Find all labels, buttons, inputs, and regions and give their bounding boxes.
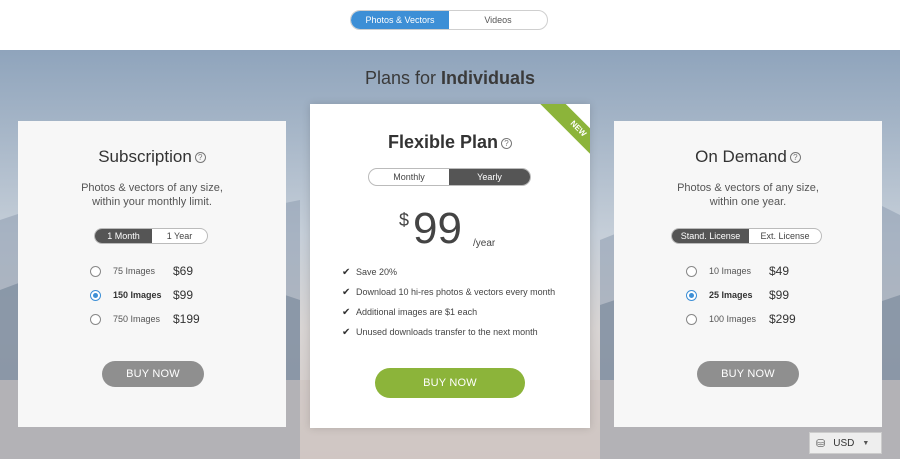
subscription-title: Subscription: [98, 147, 192, 166]
on-demand-buy-button[interactable]: BUY NOW: [697, 361, 799, 387]
radio-button[interactable]: [90, 265, 101, 277]
currency-selector[interactable]: ⛁ USD ▼: [809, 432, 882, 454]
radio-button-selected[interactable]: [686, 289, 697, 301]
on-demand-option-100[interactable]: 100 Images $299: [686, 312, 796, 326]
on-demand-option-10[interactable]: 10 Images $49: [686, 264, 789, 278]
radio-button[interactable]: [686, 313, 697, 325]
hero-section: Plans for Individuals Subscription? Phot…: [0, 50, 900, 459]
top-bar: Photos & Vectors Videos: [0, 0, 900, 50]
plans-heading-prefix: Plans for: [364, 68, 436, 88]
on-demand-title: On Demand: [695, 147, 787, 166]
on-demand-license-toggle: Stand. License Ext. License: [671, 228, 822, 244]
option-price: $69: [173, 264, 194, 278]
currency-symbol: $: [399, 210, 410, 230]
flexible-title: Flexible Plan: [387, 132, 499, 152]
feature-text: Unused downloads transfer to the next mo…: [356, 327, 538, 337]
option-price: $99: [769, 288, 790, 302]
tab-extended-license[interactable]: Ext. License: [749, 229, 821, 243]
subscription-option-150[interactable]: 150 Images $99: [90, 288, 193, 302]
subscription-desc-line2: within your monthly limit.: [92, 196, 212, 208]
feature-item: ✔ Download 10 hi-res photos & vectors eve…: [342, 282, 582, 302]
tab-yearly[interactable]: Yearly: [449, 169, 530, 185]
on-demand-option-25[interactable]: 25 Images $99: [686, 288, 789, 302]
help-icon[interactable]: ?: [789, 152, 801, 163]
radio-button[interactable]: [90, 313, 101, 325]
currency-value: USD: [833, 437, 855, 449]
option-price: $299: [769, 312, 796, 326]
flexible-price: $ 99 /year: [310, 204, 590, 254]
on-demand-title-row: On Demand?: [614, 147, 882, 167]
content-type-toggle: Photos & Vectors Videos: [350, 10, 548, 30]
subscription-description: Photos & vectors of any size, within you…: [18, 181, 286, 209]
feature-text: Save 20%: [356, 267, 398, 277]
on-demand-desc-line1: Photos & vectors of any size,: [677, 182, 819, 194]
tab-monthly[interactable]: Monthly: [369, 169, 449, 185]
option-label: 100 Images: [709, 314, 757, 324]
tab-standard-license[interactable]: Stand. License: [672, 229, 749, 243]
check-icon: ✔: [342, 266, 351, 278]
subscription-card: Subscription? Photos & vectors of any si…: [18, 121, 286, 427]
flexible-buy-button[interactable]: BUY NOW: [375, 368, 525, 398]
feature-text: Download 10 hi-res photos & vectors ever…: [356, 287, 556, 297]
check-icon: ✔: [342, 306, 351, 318]
plans-heading-bold: Individuals: [441, 68, 536, 88]
subscription-title-row: Subscription?: [18, 147, 286, 167]
flexible-billing-toggle: Monthly Yearly: [368, 168, 531, 186]
subscription-option-75[interactable]: 75 Images $69: [90, 264, 193, 278]
chevron-down-icon: ▼: [862, 439, 870, 447]
feature-text: Additional images are $1 each: [356, 307, 478, 317]
option-label: 25 Images: [709, 290, 753, 300]
option-price: $199: [173, 312, 200, 326]
subscription-desc-line1: Photos & vectors of any size,: [81, 182, 223, 194]
check-icon: ✔: [342, 326, 351, 338]
tab-1-month[interactable]: 1 Month: [95, 229, 152, 243]
help-icon[interactable]: ?: [194, 152, 206, 163]
tab-photos-vectors[interactable]: Photos & Vectors: [351, 11, 449, 29]
option-label: 75 Images: [113, 266, 156, 276]
tab-1-year[interactable]: 1 Year: [152, 229, 207, 243]
subscription-option-750[interactable]: 750 Images $199: [90, 312, 200, 326]
subscription-term-toggle: 1 Month 1 Year: [94, 228, 208, 244]
feature-item: ✔ Save 20%: [342, 262, 582, 282]
plans-heading: Plans for Individuals: [0, 68, 900, 89]
tab-videos[interactable]: Videos: [449, 11, 547, 29]
on-demand-description: Photos & vectors of any size, within one…: [614, 181, 882, 209]
feature-item: ✔ Unused downloads transfer to the next m…: [342, 322, 582, 342]
radio-button[interactable]: [686, 265, 697, 277]
help-icon[interactable]: ?: [501, 138, 513, 149]
option-label: 750 Images: [113, 314, 161, 324]
feature-list: ✔ Save 20% ✔ Download 10 hi-res photos & v…: [342, 262, 582, 342]
coins-icon: ⛁: [816, 437, 826, 450]
on-demand-desc-line2: within one year.: [709, 196, 787, 208]
option-price: $49: [769, 264, 790, 278]
on-demand-card: On Demand? Photos & vectors of any size,…: [614, 121, 882, 427]
price-period: /year: [473, 238, 496, 249]
subscription-buy-button[interactable]: BUY NOW: [102, 361, 204, 387]
option-label: 150 Images: [113, 290, 162, 300]
flexible-plan-card: NEW Flexible Plan? Monthly Yearly $ 99 /…: [310, 104, 590, 428]
option-label: 10 Images: [709, 266, 752, 276]
flexible-title-row: Flexible Plan?: [310, 132, 590, 153]
feature-item: ✔ Additional images are $1 each: [342, 302, 582, 322]
radio-button-selected[interactable]: [90, 289, 101, 301]
check-icon: ✔: [342, 286, 351, 298]
price-amount: 99: [413, 204, 462, 253]
option-price: $99: [173, 288, 194, 302]
